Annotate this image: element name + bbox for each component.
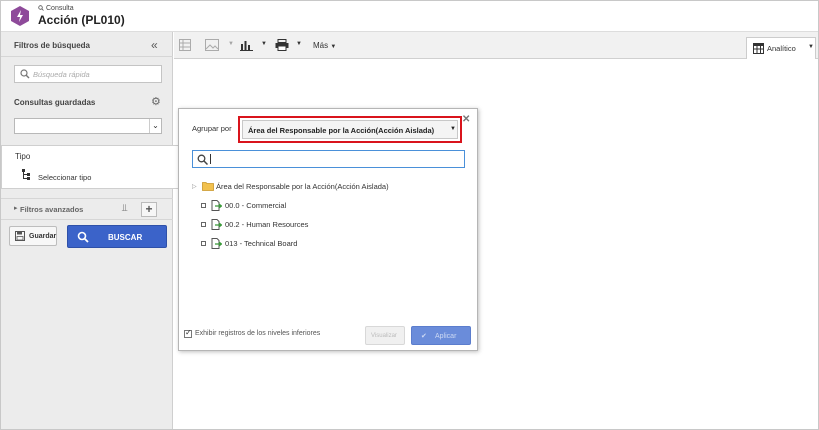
view-selector[interactable]: Analítico ▼ bbox=[746, 37, 816, 59]
group-by-highlight: Área del Responsable por la Acción(Acció… bbox=[238, 116, 462, 143]
checkmark-icon: ✓ bbox=[185, 328, 192, 337]
tree-node-toggle-icon[interactable] bbox=[201, 222, 206, 227]
chart-dropdown-icon[interactable]: ▼ bbox=[261, 41, 267, 55]
advanced-filters-row[interactable]: ▸ Filtros avanzados ⫫ + bbox=[1, 198, 173, 220]
print-icon[interactable] bbox=[275, 38, 289, 52]
expand-arrow-icon[interactable]: ▷ bbox=[192, 183, 197, 190]
tipo-panel: Tipo Seleccionar tipo bbox=[1, 145, 184, 189]
save-query-button[interactable]: Guardar bbox=[9, 226, 57, 246]
chevron-down-icon: ⌄ bbox=[149, 119, 161, 133]
header: Consulta Acción (PL010) bbox=[1, 1, 818, 32]
gear-icon[interactable]: ⚙ bbox=[151, 95, 161, 108]
document-arrow-icon bbox=[211, 200, 222, 211]
search-icon bbox=[77, 231, 89, 243]
magnifier-icon bbox=[38, 5, 44, 11]
text-cursor bbox=[210, 154, 211, 164]
search-button[interactable]: BUSCAR bbox=[67, 225, 167, 248]
apply-button[interactable]: ✔ Aplicar bbox=[411, 326, 471, 345]
visualize-button[interactable]: Visualizar bbox=[365, 326, 405, 345]
tree-item-label: 013 - Technical Board bbox=[225, 239, 298, 248]
include-lower-levels-label: Exhibir registros de los niveles inferio… bbox=[195, 330, 321, 337]
group-by-dialog: ✕ Agrupar por Área del Responsable por l… bbox=[178, 108, 478, 351]
image-view-dropdown-icon[interactable]: ▼ bbox=[228, 41, 234, 55]
chart-icon[interactable] bbox=[240, 38, 253, 52]
header-subtitle: Consulta bbox=[46, 5, 74, 12]
tree-search-input[interactable] bbox=[192, 150, 465, 168]
group-by-value: Área del Responsable por la Acción(Acció… bbox=[248, 126, 435, 135]
apply-icon: ✔ bbox=[421, 333, 427, 340]
group-by-label: Agrupar por bbox=[192, 124, 232, 133]
search-filters-panel: Filtros de búsqueda « Búsqueda rápida Co… bbox=[1, 32, 184, 429]
advanced-filters-label: Filtros avanzados bbox=[20, 205, 84, 214]
quick-search-placeholder: Búsqueda rápida bbox=[33, 70, 90, 79]
hierarchy-icon bbox=[22, 169, 30, 180]
grid-view-icon[interactable] bbox=[179, 38, 191, 52]
tipo-title: Tipo bbox=[15, 152, 31, 161]
floppy-disk-icon bbox=[15, 231, 25, 241]
view-selector-label: Analítico bbox=[767, 44, 796, 53]
close-icon[interactable]: ✕ bbox=[462, 114, 470, 125]
select-type-link[interactable]: Seleccionar tipo bbox=[38, 173, 91, 182]
dialog-footer: ✓ Exhibir registros de los niveles infer… bbox=[179, 319, 477, 350]
apply-label: Aplicar bbox=[435, 333, 457, 340]
table-view-icon bbox=[753, 43, 764, 54]
filters-header: Filtros de búsqueda « bbox=[1, 32, 173, 57]
tree-item-label: 00.2 - Human Resources bbox=[225, 220, 309, 229]
expand-arrow-icon: ▸ bbox=[14, 205, 18, 212]
saved-queries-title: Consultas guardadas bbox=[14, 98, 96, 107]
more-label: Más bbox=[313, 41, 329, 50]
page-title: Acción (PL010) bbox=[38, 13, 125, 27]
document-arrow-icon bbox=[211, 219, 222, 230]
print-dropdown-icon[interactable]: ▼ bbox=[296, 41, 302, 55]
add-filter-button[interactable]: + bbox=[141, 202, 157, 217]
search-icon bbox=[197, 154, 208, 165]
search-icon bbox=[20, 69, 30, 79]
filters-title: Filtros de búsqueda bbox=[14, 41, 91, 50]
quick-search-input[interactable]: Búsqueda rápida bbox=[14, 65, 162, 83]
tree-node-toggle-icon[interactable] bbox=[201, 203, 206, 208]
tree-root-label: Área del Responsable por la Acción(Acció… bbox=[216, 182, 389, 191]
group-by-select[interactable]: Área del Responsable por la Acción(Acció… bbox=[242, 120, 458, 139]
saved-queries-select[interactable]: ⌄ bbox=[14, 118, 162, 134]
app-window: Consulta Acción (PL010) Filtros de búsqu… bbox=[0, 0, 819, 430]
image-view-icon[interactable] bbox=[205, 38, 219, 52]
save-label: Guardar bbox=[29, 233, 57, 240]
clear-filters-icon[interactable]: ⫫ bbox=[122, 203, 128, 214]
document-arrow-icon bbox=[211, 238, 222, 249]
chevron-down-icon: ▼ bbox=[450, 126, 456, 132]
tree-item-label: 00.0 - Commercial bbox=[225, 201, 287, 210]
folder-icon bbox=[202, 182, 214, 191]
app-logo-icon bbox=[11, 6, 29, 26]
include-lower-levels-checkbox[interactable]: ✓ bbox=[184, 328, 192, 338]
toolbar: ▼ ▼ ▼ Más ▼ Analítico ▼ bbox=[174, 32, 818, 59]
more-menu[interactable]: Más ▼ bbox=[313, 41, 336, 50]
tree-node-toggle-icon[interactable] bbox=[201, 241, 206, 246]
search-button-label: BUSCAR bbox=[108, 233, 143, 242]
visualize-label: Visualizar bbox=[371, 333, 397, 339]
collapse-panel-icon[interactable]: « bbox=[151, 38, 158, 52]
view-dropdown-icon: ▼ bbox=[808, 44, 814, 50]
more-dropdown-icon: ▼ bbox=[330, 44, 337, 50]
